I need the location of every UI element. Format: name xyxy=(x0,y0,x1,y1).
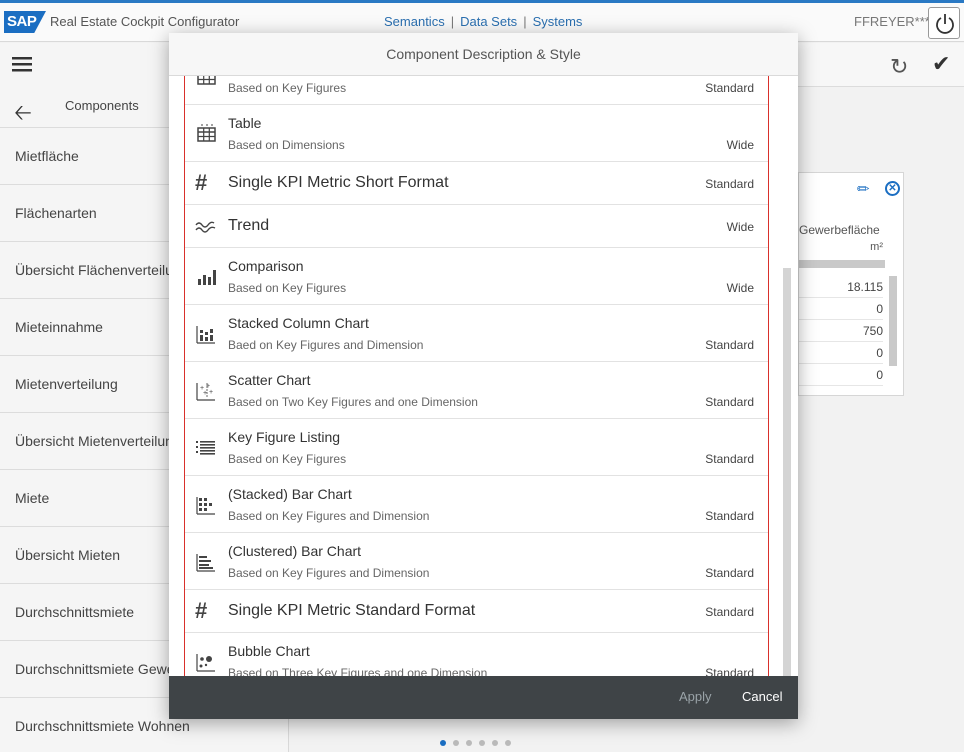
dialog-scrollbar[interactable] xyxy=(783,268,791,676)
page-dot[interactable] xyxy=(453,740,459,746)
tile-value: 0 xyxy=(799,364,883,386)
logout-button[interactable] xyxy=(928,7,960,39)
item-size: Standard xyxy=(705,81,754,95)
cancel-button[interactable]: Cancel xyxy=(742,689,782,704)
nav-systems[interactable]: Systems xyxy=(533,14,583,29)
nav-semantics[interactable]: Semantics xyxy=(384,14,445,29)
list-item[interactable]: # Single KPI Metric Short Format Standar… xyxy=(185,162,768,205)
tile-value: 18.115 xyxy=(799,276,883,298)
item-size: Standard xyxy=(705,452,754,466)
dialog-footer: Apply Cancel xyxy=(169,676,798,719)
item-subtitle: Baed on Key Figures and Dimension xyxy=(228,338,424,352)
page-dot[interactable] xyxy=(440,740,446,746)
tile-header-bar xyxy=(799,260,885,268)
item-title: Trend xyxy=(228,217,270,234)
nav-data-sets[interactable]: Data Sets xyxy=(460,14,517,29)
close-circle-icon[interactable]: ✕ xyxy=(885,181,900,196)
item-size: Standard xyxy=(705,566,754,580)
scatter-icon: + ++ + xyxy=(196,383,215,401)
tile-scrollbar[interactable] xyxy=(889,276,897,366)
tile-value: 0 xyxy=(799,342,883,364)
item-size: Wide xyxy=(726,220,754,234)
page-dot[interactable] xyxy=(505,740,511,746)
item-size: Standard xyxy=(705,605,754,619)
components-title: Components xyxy=(65,98,139,113)
item-title: Table xyxy=(228,115,262,131)
tile-value: 0 xyxy=(799,298,883,320)
list-item[interactable]: + + + + Scatter Chart Based on Two Key Figu… xyxy=(185,362,768,419)
stacked-bar-icon xyxy=(196,497,215,515)
item-title: Key Figure Listing xyxy=(228,429,341,445)
item-size: Wide xyxy=(726,138,754,152)
svg-text:+: + xyxy=(209,389,213,396)
item-subtitle: Based on Three Key Figures and one Dimen… xyxy=(228,666,488,676)
refresh-icon[interactable]: ↻ xyxy=(890,54,908,80)
page-dot[interactable] xyxy=(466,740,472,746)
app-title: Real Estate Cockpit Configurator xyxy=(50,14,240,29)
list-item[interactable]: Key Figure Listing Based on Key Figures … xyxy=(185,419,768,476)
list-item[interactable]: Trend Wide xyxy=(185,205,768,248)
item-size: Wide xyxy=(726,281,754,295)
item-subtitle: Based on Key Figures xyxy=(228,281,347,295)
item-title: Stacked Column Chart xyxy=(228,315,369,331)
hash-icon: # xyxy=(195,170,208,195)
item-subtitle: Based on Key Figures xyxy=(228,452,347,466)
page-dot[interactable] xyxy=(492,740,498,746)
item-title: Comparison xyxy=(228,258,304,274)
apply-button[interactable]: Apply xyxy=(679,689,712,704)
tile-column-header: Gewerbefläche xyxy=(799,223,880,237)
list-item[interactable]: Stacked Column Chart Baed on Key Figures… xyxy=(185,305,768,362)
item-subtitle: Based on Key Figures and Dimension xyxy=(228,566,430,580)
page-dot[interactable] xyxy=(479,740,485,746)
component-dialog: Component Description & Style Based on K… xyxy=(169,33,798,719)
menu-icon[interactable] xyxy=(12,55,32,73)
list-item[interactable]: Table Based on Dimensions Wide xyxy=(185,105,768,162)
list-item[interactable]: (Clustered) Bar Chart Based on Key Figur… xyxy=(185,533,768,590)
component-list: Based on Key Figures Standard Table Base… xyxy=(184,76,769,676)
item-size: Standard xyxy=(705,395,754,409)
list-item[interactable]: Based on Key Figures Standard xyxy=(185,76,768,105)
list-item[interactable]: Bubble Chart Based on Three Key Figures … xyxy=(185,633,768,676)
list-item[interactable]: (Stacked) Bar Chart Based on Key Figures… xyxy=(185,476,768,533)
item-size: Standard xyxy=(705,666,754,676)
user-name[interactable]: FFREYER*** xyxy=(854,14,930,29)
pencil-icon[interactable]: ✏ xyxy=(857,180,870,198)
component-tile: ✏ ✕ Gewerbefläche m² 18.115 0 750 0 0 xyxy=(798,172,904,396)
item-subtitle: Based on Key Figures and Dimension xyxy=(228,509,430,523)
power-icon xyxy=(936,14,954,34)
table-icon xyxy=(197,124,216,142)
checkmark-icon[interactable]: ✔ xyxy=(932,51,950,77)
table-icon xyxy=(197,76,216,85)
svg-text:+: + xyxy=(203,390,207,397)
trend-icon xyxy=(195,221,216,233)
dialog-title: Component Description & Style xyxy=(169,33,798,76)
list-icon xyxy=(196,441,215,455)
item-subtitle: Based on Two Key Figures and one Dimensi… xyxy=(228,395,478,409)
item-subtitle: Based on Dimensions xyxy=(228,138,345,152)
list-item[interactable]: Comparison Based on Key Figures Wide xyxy=(185,248,768,305)
clustered-bar-icon xyxy=(196,554,215,572)
hash-icon: # xyxy=(195,598,208,623)
item-title: (Clustered) Bar Chart xyxy=(228,543,362,559)
item-subtitle: Based on Key Figures xyxy=(228,81,347,95)
stacked-column-icon xyxy=(196,326,215,344)
item-size: Standard xyxy=(705,338,754,352)
item-title: Bubble Chart xyxy=(228,643,310,659)
page-indicator xyxy=(440,733,518,751)
item-title: Scatter Chart xyxy=(228,372,311,388)
item-size: Standard xyxy=(705,177,754,191)
item-title: (Stacked) Bar Chart xyxy=(228,486,352,502)
tile-unit: m² xyxy=(870,241,883,253)
item-title: Single KPI Metric Short Format xyxy=(228,174,449,191)
bubble-icon xyxy=(196,654,215,672)
tile-value: 750 xyxy=(799,320,883,342)
item-size: Standard xyxy=(705,509,754,523)
comparison-icon xyxy=(198,270,216,285)
list-item[interactable]: # Single KPI Metric Standard Format Stan… xyxy=(185,590,768,633)
dialog-body: Based on Key Figures Standard Table Base… xyxy=(169,76,798,676)
shell-nav: Semantics | Data Sets | Systems xyxy=(384,14,583,29)
item-title: Single KPI Metric Standard Format xyxy=(228,602,476,619)
sap-logo: SAP xyxy=(4,11,46,33)
